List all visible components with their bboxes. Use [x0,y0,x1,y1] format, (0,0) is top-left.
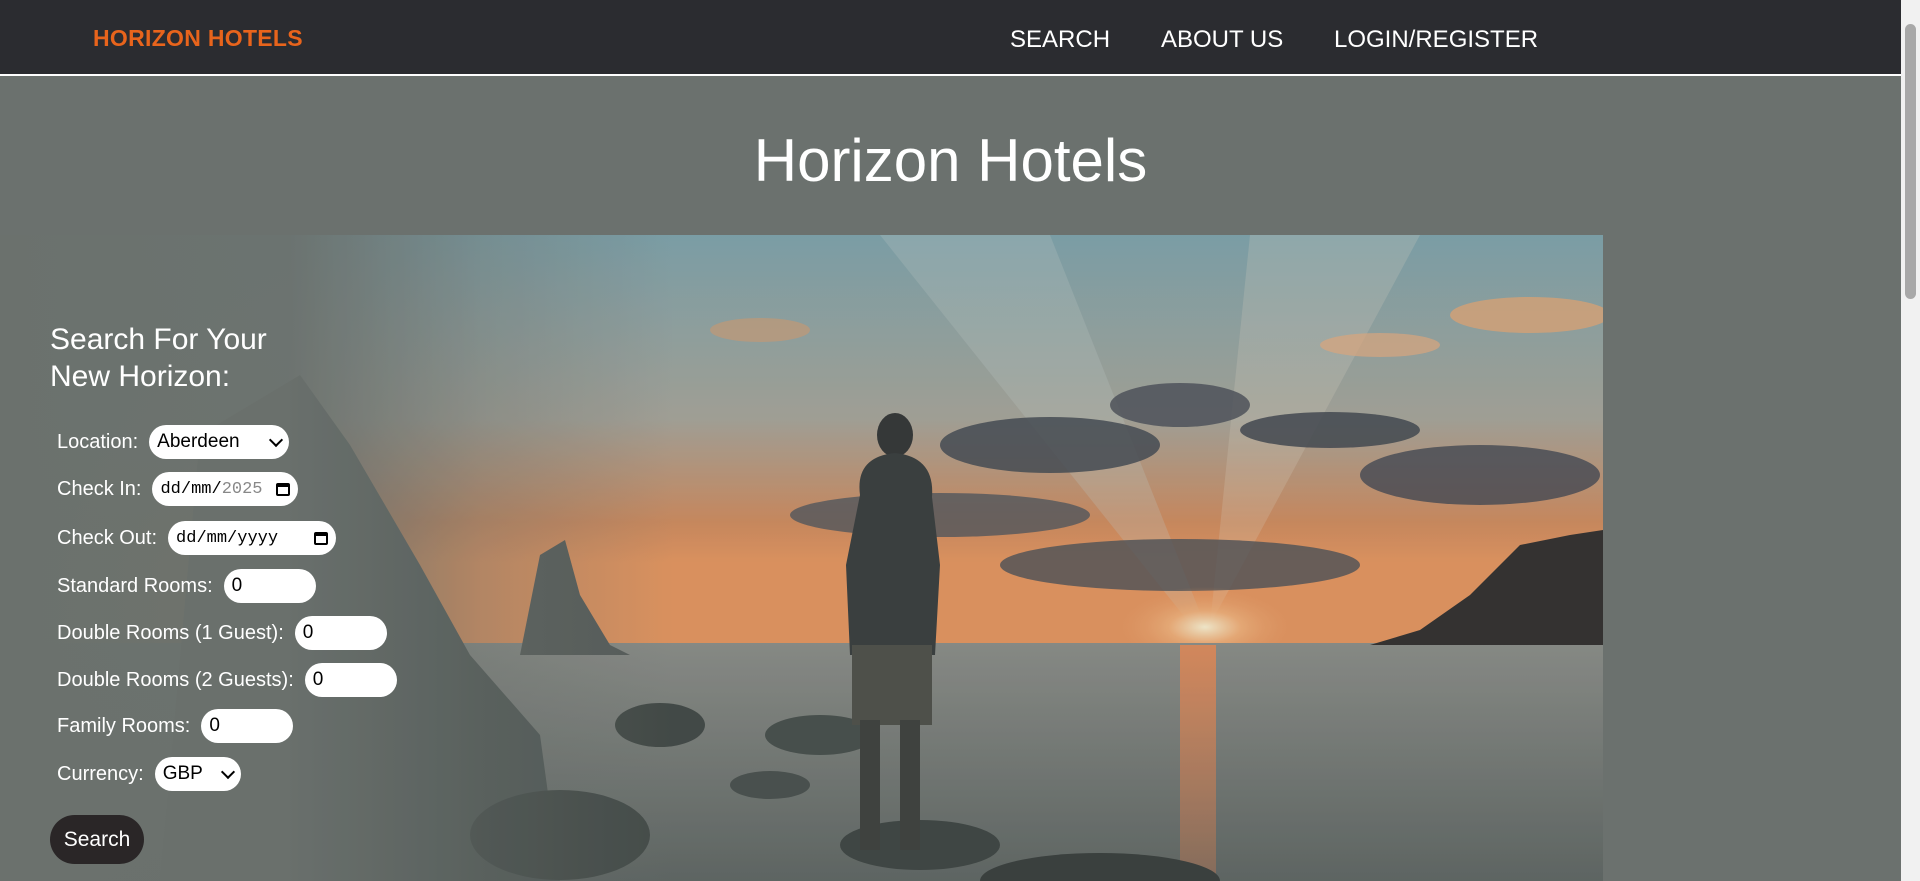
double-rooms-2-input[interactable]: 0 [304,663,397,697]
location-select[interactable]: Aberdeen [149,425,290,459]
search-button[interactable]: Search [50,815,144,864]
page-title: Horizon Hotels [753,127,1148,194]
calendar-icon[interactable] [314,531,329,545]
double-rooms-1-row: Double Rooms (1 Guest): 0 [57,616,387,650]
check-out-row: Check Out: dd/mm/yyyy [57,521,337,555]
calendar-icon[interactable] [276,482,291,496]
currency-value: GBP [162,763,203,784]
check-out-label: Check Out: [57,526,158,549]
standard-rooms-row: Standard Rooms: 0 [57,569,316,603]
check-in-year: 2025 [221,479,263,499]
top-navbar: HORIZON HOTELS SEARCH ABOUT US LOGIN/REG… [0,0,1901,76]
chevron-down-icon [269,432,284,447]
location-value: Aberdeen [157,431,240,452]
standard-rooms-input[interactable]: 0 [223,569,316,603]
location-label: Location: [57,430,139,453]
location-row: Location: Aberdeen [57,425,290,459]
check-in-row: Check In: dd/mm/2025 [57,472,299,506]
standard-rooms-label: Standard Rooms: [57,574,213,597]
nav-link-about-us[interactable]: ABOUT US [1161,26,1283,54]
check-in-placeholder: dd/mm/2025 [160,479,263,499]
check-in-label: Check In: [57,477,142,500]
currency-select[interactable]: GBP [154,757,241,791]
currency-label: Currency: [57,762,144,785]
double-rooms-1-label: Double Rooms (1 Guest): [57,621,284,644]
brand-logo-text[interactable]: HORIZON HOTELS [93,25,303,52]
scrollbar-thumb[interactable] [1905,24,1916,299]
currency-row: Currency: GBP [57,757,241,791]
main-content: Horizon Hotels Search For Your New Horiz… [0,76,1901,881]
double-rooms-1-input[interactable]: 0 [294,616,387,650]
search-form: Search For Your New Horizon: Location: A… [0,235,420,881]
family-rooms-input[interactable]: 0 [201,709,294,743]
search-heading: Search For Your New Horizon: [50,323,267,393]
family-rooms-row: Family Rooms: 0 [57,709,294,743]
double-rooms-2-label: Double Rooms (2 Guests): [57,668,294,691]
nav-link-search[interactable]: SEARCH [1010,26,1110,54]
double-rooms-2-row: Double Rooms (2 Guests): 0 [57,663,397,697]
check-out-placeholder: dd/mm/yyyy [176,528,279,548]
check-in-date-input[interactable]: dd/mm/2025 [152,472,299,506]
family-rooms-label: Family Rooms: [57,714,191,737]
chevron-down-icon [220,764,235,779]
check-out-date-input[interactable]: dd/mm/yyyy [168,521,337,555]
vertical-scrollbar[interactable] [1901,0,1920,881]
nav-link-login-register[interactable]: LOGIN/REGISTER [1334,26,1538,54]
